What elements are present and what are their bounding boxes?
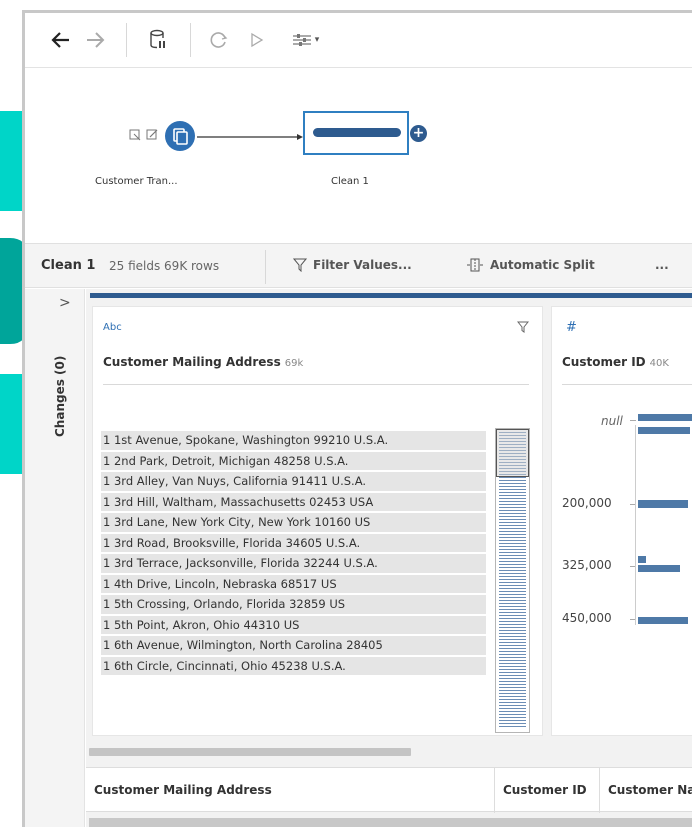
changes-label[interactable]: Changes (0) xyxy=(53,356,67,437)
grid-horizontal-scrollbar[interactable] xyxy=(89,818,692,827)
expand-chevron-icon[interactable]: > xyxy=(59,295,71,311)
histogram-bar[interactable] xyxy=(638,556,646,563)
clean-step-node[interactable] xyxy=(303,111,409,155)
axis-label: 200,000 xyxy=(562,496,612,510)
app-window: ▾ + Customer Tran... Clean 1 Clean 1 25 … xyxy=(22,10,692,827)
address-value-row[interactable]: 1 6th Avenue, Wilmington, North Carolina… xyxy=(101,636,486,655)
clean-node-label: Clean 1 xyxy=(331,176,369,187)
step-meta: 25 fields 69K rows xyxy=(109,259,220,273)
address-value-row[interactable]: 1 4th Drive, Lincoln, Nebraska 68517 US xyxy=(101,574,486,593)
address-value-row[interactable]: 1 1st Avenue, Spokane, Washington 99210 … xyxy=(101,431,486,450)
pause-data-icon[interactable] xyxy=(145,27,171,53)
histogram-bar[interactable] xyxy=(638,565,680,572)
column-header-customer-name[interactable]: Customer Name xyxy=(600,768,692,813)
refresh-icon[interactable] xyxy=(207,27,231,53)
address-value-row[interactable]: 1 3rd Hill, Waltham, Massachusetts 02453… xyxy=(101,492,486,511)
histogram-bar[interactable] xyxy=(638,617,688,624)
changes-panel-strip: > Changes (0) xyxy=(25,289,85,827)
automatic-split-button[interactable]: Automatic Split xyxy=(466,258,595,272)
filter-icon xyxy=(293,258,307,272)
profile-toolbar: Clean 1 25 fields 69K rows Filter Values… xyxy=(25,243,692,288)
back-arrow-icon[interactable] xyxy=(49,27,73,53)
node-annotation-icons[interactable] xyxy=(129,127,163,143)
card-divider xyxy=(103,384,529,385)
toolbar: ▾ xyxy=(25,13,692,68)
axis-label: 450,000 xyxy=(562,611,612,625)
address-value-row[interactable]: 1 3rd Road, Brooksville, Florida 34605 U… xyxy=(101,533,486,552)
add-step-button[interactable]: + xyxy=(410,125,427,142)
address-value-row[interactable]: 1 6th Circle, Cincinnati, Ohio 45238 U.S… xyxy=(101,656,486,675)
address-value-row[interactable]: 1 5th Crossing, Orlando, Florida 32859 U… xyxy=(101,595,486,614)
card-divider xyxy=(562,384,692,385)
flow-pane: + Customer Tran... Clean 1 xyxy=(25,69,692,243)
field-name-label: Customer Mailing Address xyxy=(103,355,281,369)
filter-icon[interactable] xyxy=(517,321,529,333)
profile-pane: Abc Customer Mailing Address 69k 1 1st Av… xyxy=(86,289,692,827)
number-type-icon[interactable]: # xyxy=(566,320,577,335)
profile-card-customer-mailing-address[interactable]: Abc Customer Mailing Address 69k 1 1st Av… xyxy=(92,306,543,736)
data-grid-header: Customer Mailing Address Customer ID Cus… xyxy=(86,767,692,813)
forward-arrow-icon[interactable] xyxy=(83,27,107,53)
field-count: 69k xyxy=(284,358,304,369)
value-list: 1 1st Avenue, Spokane, Washington 99210 … xyxy=(101,431,486,677)
filter-values-button[interactable]: Filter Values... xyxy=(293,258,412,272)
value-overview-scrollbar[interactable] xyxy=(495,428,530,733)
address-value-row[interactable]: 1 3rd Alley, Van Nuys, California 91411 … xyxy=(101,472,486,491)
value-overview-thumb[interactable] xyxy=(496,429,529,477)
address-value-row[interactable]: 1 3rd Lane, New York City, New York 1016… xyxy=(101,513,486,532)
chevron-down-icon: ▾ xyxy=(314,35,320,45)
more-options-button[interactable]: ... xyxy=(655,258,669,272)
cards-horizontal-scrollbar[interactable] xyxy=(89,748,411,756)
filter-values-label: Filter Values... xyxy=(313,258,412,272)
histogram-bar[interactable] xyxy=(638,500,688,508)
axis-label: 325,000 xyxy=(562,558,612,572)
address-value-row[interactable]: 1 2nd Park, Detroit, Michigan 48258 U.S.… xyxy=(101,451,486,470)
profile-separator xyxy=(265,250,266,284)
address-value-row[interactable]: 1 3rd Terrace, Jacksonville, Florida 322… xyxy=(101,554,486,573)
input-node-label: Customer Tran... xyxy=(95,176,178,187)
step-color-bar xyxy=(90,293,692,298)
field-name[interactable]: Customer ID 40K xyxy=(562,355,669,369)
axis-line xyxy=(635,425,636,625)
clean-step-icon xyxy=(313,128,401,137)
automatic-split-label: Automatic Split xyxy=(490,258,595,272)
input-node-icon[interactable] xyxy=(165,121,195,151)
field-count: 40K xyxy=(649,358,669,369)
step-title: Clean 1 xyxy=(41,258,96,273)
field-name[interactable]: Customer Mailing Address 69k xyxy=(103,355,303,369)
split-icon xyxy=(467,258,483,272)
flow-connector-arrow xyxy=(197,134,303,140)
column-header-customer-mailing-address[interactable]: Customer Mailing Address xyxy=(86,768,495,813)
histogram-bar[interactable] xyxy=(638,427,690,434)
field-name-label: Customer ID xyxy=(562,355,646,369)
histogram-bar[interactable] xyxy=(638,414,692,421)
run-flow-icon[interactable] xyxy=(247,27,267,53)
toolbar-separator xyxy=(190,23,191,57)
string-type-icon[interactable]: Abc xyxy=(103,322,122,333)
address-value-row[interactable]: 1 5th Point, Akron, Ohio 44310 US xyxy=(101,615,486,634)
profile-card-customer-id[interactable]: # Customer ID 40K null 200,000 325,000 45… xyxy=(551,306,692,736)
axis-tick xyxy=(630,420,636,421)
axis-label-null: null xyxy=(601,414,623,428)
toolbar-separator xyxy=(126,23,127,57)
settings-sliders-icon[interactable]: ▾ xyxy=(285,27,325,53)
column-header-customer-id[interactable]: Customer ID xyxy=(495,768,600,813)
